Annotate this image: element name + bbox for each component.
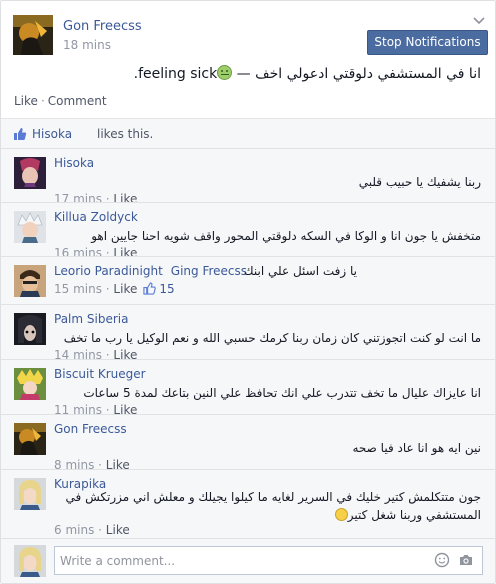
chevron-down-icon[interactable] <box>471 13 487 29</box>
post-feeling: feeling sick. <box>133 66 218 82</box>
comment-text: انا عايزاك عليال ما تخف تتدرب علي انك تح… <box>83 386 481 400</box>
commenter-name[interactable]: Gon Freecss <box>54 422 127 436</box>
post-actions: Like · Comment <box>14 94 107 108</box>
comment-text: ربنا يشفيك يا حبيب قلبي <box>358 175 481 189</box>
commenter-name-text[interactable]: Hisoka <box>54 156 94 170</box>
comment-item: Biscuit Krueger انا عايزاك عليال ما تخف … <box>1 359 495 417</box>
post-author-name[interactable]: Gon Freecss <box>63 19 142 34</box>
commenter-avatar[interactable] <box>14 313 46 345</box>
sick-emoji-icon <box>217 65 233 80</box>
comment-meta: 6 mins · Like <box>54 523 130 537</box>
smiley-icon <box>334 508 348 521</box>
comment-item: Palm Siberia ما انت لو كنت اتجوزتني كان … <box>1 304 495 362</box>
post-comment-link[interactable]: Comment <box>48 94 107 108</box>
comment-like-link[interactable]: Like <box>106 523 130 537</box>
commenter-name[interactable]: Leorio Paradinight Ging Freecss <box>54 264 247 278</box>
commenter-avatar[interactable] <box>14 211 46 243</box>
commenter-name-text[interactable]: Palm Siberia <box>54 312 128 326</box>
comment-text: ما انت لو كنت اتجوزتني كان زمان ربنا كرم… <box>63 331 481 345</box>
stop-notifications-button[interactable]: Stop Notifications <box>367 30 488 55</box>
comments-list: Hisoka ربنا يشفيك يا حبيب قلبي 17 mins ·… <box>1 148 495 538</box>
commenter-avatar[interactable] <box>14 265 46 297</box>
comment-time[interactable]: 6 mins <box>54 523 94 537</box>
liker-name[interactable]: Hisoka <box>32 127 72 141</box>
tagged-user[interactable]: Ging Freecss <box>171 264 247 278</box>
comment-input[interactable]: Write a comment... <box>54 546 483 575</box>
commenter-avatar[interactable] <box>14 423 46 455</box>
comment-item: Hisoka ربنا يشفيك يا حبيب قلبي 17 mins ·… <box>1 148 495 206</box>
post-author-avatar[interactable] <box>13 15 53 55</box>
comment-text: يا زفت اسئل علي ابنك <box>243 264 357 278</box>
post-card: Gon Freecss 18 mins Stop Notifications ا… <box>0 0 496 584</box>
commenter-name-text[interactable]: Biscuit Krueger <box>54 367 146 381</box>
comment-meta: 15 mins · Like 15 <box>54 282 175 296</box>
camera-icon[interactable] <box>458 552 474 568</box>
comment-item: Leorio Paradinight Ging Freecss يا زفت اس… <box>1 256 495 304</box>
comment-item: Killua Zoldyck متخفش يا جون انا و الوكا … <box>1 202 495 260</box>
current-user-avatar <box>14 545 46 577</box>
commenter-name-text[interactable]: Killua Zoldyck <box>54 210 138 224</box>
likes-text: likes this. <box>97 127 154 141</box>
comment-time[interactable]: 15 mins <box>54 282 102 296</box>
commenter-name[interactable]: Palm Siberia <box>54 312 128 326</box>
commenter-name[interactable]: Biscuit Krueger <box>54 367 146 381</box>
likes-summary: Hisoka likes this. <box>1 118 495 148</box>
post-timestamp[interactable]: 18 mins <box>63 38 111 52</box>
smiley-icon[interactable] <box>434 552 450 568</box>
comment-text: جون متتكلمش كتير خليك في السرير لغايه ما… <box>51 488 481 524</box>
commenter-avatar[interactable] <box>14 157 46 189</box>
commenter-name[interactable]: Killua Zoldyck <box>54 210 138 224</box>
comment-text: متخفش يا جون انا و الوكا في السكه دلوقتي… <box>91 229 481 243</box>
write-comment-row: Write a comment... <box>1 538 495 583</box>
post-like-link[interactable]: Like <box>14 94 38 108</box>
separator-dot: · <box>40 94 45 108</box>
commenter-name[interactable]: Hisoka <box>54 156 94 170</box>
post-text: انا في المستشفي دلوقتي ادعولي اخف — feel… <box>134 65 481 82</box>
thumbs-up-icon <box>14 128 27 140</box>
thumbs-up-icon <box>143 282 157 295</box>
comment-item: Kurapika جون متتكلمش كتير خليك في السرير… <box>1 469 495 538</box>
comment-like-link[interactable]: Like <box>113 282 137 296</box>
post-message: انا في المستشفي دلوقتي ادعولي اخف — <box>232 66 481 82</box>
commenter-name-text[interactable]: Leorio Paradinight <box>54 264 163 278</box>
comment-text: نين ايه هو انا عاد فيا صحه <box>352 441 482 455</box>
comment-text-content: جون متتكلمش كتير خليك في السرير لغايه ما… <box>65 490 481 522</box>
commenter-avatar[interactable] <box>14 478 46 510</box>
commenter-name-text[interactable]: Gon Freecss <box>54 422 127 436</box>
commenter-avatar[interactable] <box>14 368 46 400</box>
like-count[interactable]: 15 <box>159 282 174 296</box>
comment-item: Gon Freecss نين ايه هو انا عاد فيا صحه 8… <box>1 414 495 472</box>
